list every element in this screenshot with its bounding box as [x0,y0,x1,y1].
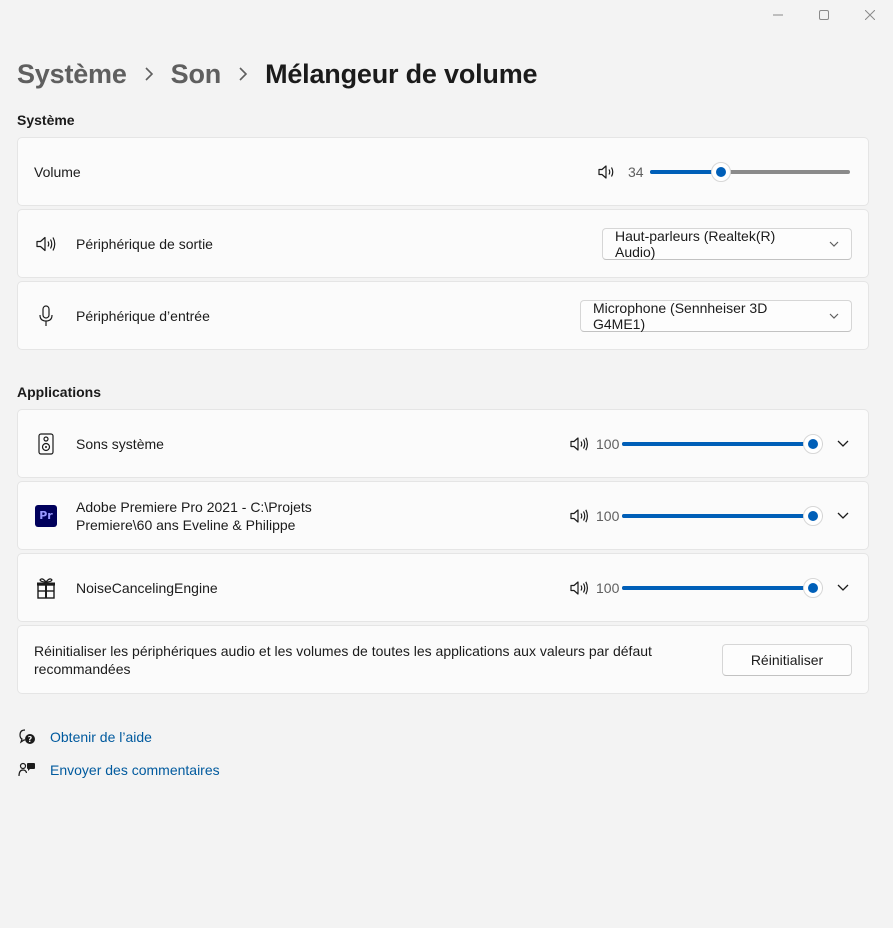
reset-description-line2: recommandées [34,660,131,677]
chevron-right-icon [232,67,254,81]
app-package-icon [35,577,57,599]
page-title: Mélangeur de volume [265,58,538,89]
slider-fill [622,513,813,518]
app-row-system-sounds: Sons système 100 [17,409,869,478]
volume-label: Volume [34,163,81,180]
output-device-label: Périphérique de sortie [76,235,213,252]
microphone-icon [35,304,57,327]
chevron-down-icon [829,313,839,319]
input-device-selected: Microphone (Sennheiser 3D G4ME1) [593,299,768,332]
speaker-volume-icon[interactable] [569,434,589,454]
premiere-pro-icon: Pr [35,504,57,527]
output-device-selected: Haut-parleurs (Realtek(R) Audio) [615,227,776,260]
expand-chevron-icon[interactable] [835,580,851,596]
system-volume-slider[interactable] [650,161,850,182]
expand-chevron-icon[interactable] [835,436,851,452]
feedback-link[interactable]: Envoyer des commentaires [50,762,220,778]
input-device-dropdown[interactable]: Microphone (Sennheiser 3D G4ME1) [580,299,852,332]
help-link-row[interactable]: ? Obtenir de l’aide [17,727,152,747]
app-volume-value: 100 [596,507,620,524]
reset-description: Réinitialiser les périphériques audio et… [34,642,674,678]
app-name: Adobe Premiere Pro 2021 - C:\Projets Pre… [76,498,312,534]
section-title-system: Système [17,112,75,128]
app-volume-slider[interactable] [622,577,823,598]
breadcrumb: Système Son Mélangeur de volume [17,56,538,92]
window-controls [755,0,893,30]
feedback-link-row[interactable]: Envoyer des commentaires [17,760,220,780]
app-row-noise-canceling: NoiseCancelingEngine 100 [17,553,869,622]
speaker-volume-icon[interactable] [569,578,589,598]
input-device-card: Périphérique d’entrée Microphone (Sennhe… [17,281,869,350]
help-link[interactable]: Obtenir de l’aide [50,729,152,745]
app-volume-value: 100 [596,435,620,452]
output-device-dropdown[interactable]: Haut-parleurs (Realtek(R) Audio) [602,227,852,260]
speaker-volume-icon[interactable] [596,162,616,182]
minimize-button[interactable] [755,0,801,30]
slider-thumb[interactable] [803,433,823,454]
app-row-premiere: Pr Adobe Premiere Pro 2021 - C:\Projets … [17,481,869,550]
expand-chevron-icon[interactable] [835,508,851,524]
breadcrumb-system[interactable]: Système [17,59,127,90]
maximize-button[interactable] [801,0,847,30]
feedback-icon [17,760,37,780]
app-name-line1: Adobe Premiere Pro 2021 - C:\Projets [76,498,312,515]
volume-card: Volume 34 [17,137,869,206]
close-button[interactable] [847,0,893,30]
slider-fill [622,441,813,446]
reset-card: Réinitialiser les périphériques audio et… [17,625,869,694]
speaker-icon [35,233,57,255]
slider-thumb[interactable] [803,577,823,598]
speaker-volume-icon[interactable] [569,506,589,526]
slider-thumb[interactable] [803,505,823,526]
minimize-icon [773,14,783,16]
app-volume-value: 100 [596,579,620,596]
system-volume-control: 34 [596,161,850,182]
app-volume-control: 100 [569,505,823,526]
reset-description-line1: Réinitialiser les périphériques audio et… [34,642,652,659]
app-name-line2: Premiere\60 ans Eveline & Philippe [76,516,296,533]
slider-thumb[interactable] [711,161,732,182]
section-title-applications: Applications [17,384,102,400]
app-name: Sons système [76,435,164,452]
help-icon: ? [17,727,37,747]
app-volume-control: 100 [569,577,823,598]
reset-button[interactable]: Réinitialiser [722,643,852,676]
system-speaker-icon [35,432,57,455]
volume-value: 34 [628,163,644,180]
chevron-down-icon [829,241,839,247]
premiere-icon-text: Pr [39,509,53,522]
svg-text:?: ? [28,735,33,744]
input-device-label: Périphérique d’entrée [76,307,210,324]
breadcrumb-sound[interactable]: Son [171,59,222,90]
close-icon [865,10,875,20]
chevron-right-icon [138,67,160,81]
app-volume-control: 100 [569,433,823,454]
maximize-icon [819,10,829,20]
app-volume-slider[interactable] [622,433,823,454]
app-volume-slider[interactable] [622,505,823,526]
slider-fill [622,585,813,590]
output-device-card: Périphérique de sortie Haut-parleurs (Re… [17,209,869,278]
app-name: NoiseCancelingEngine [76,579,218,596]
